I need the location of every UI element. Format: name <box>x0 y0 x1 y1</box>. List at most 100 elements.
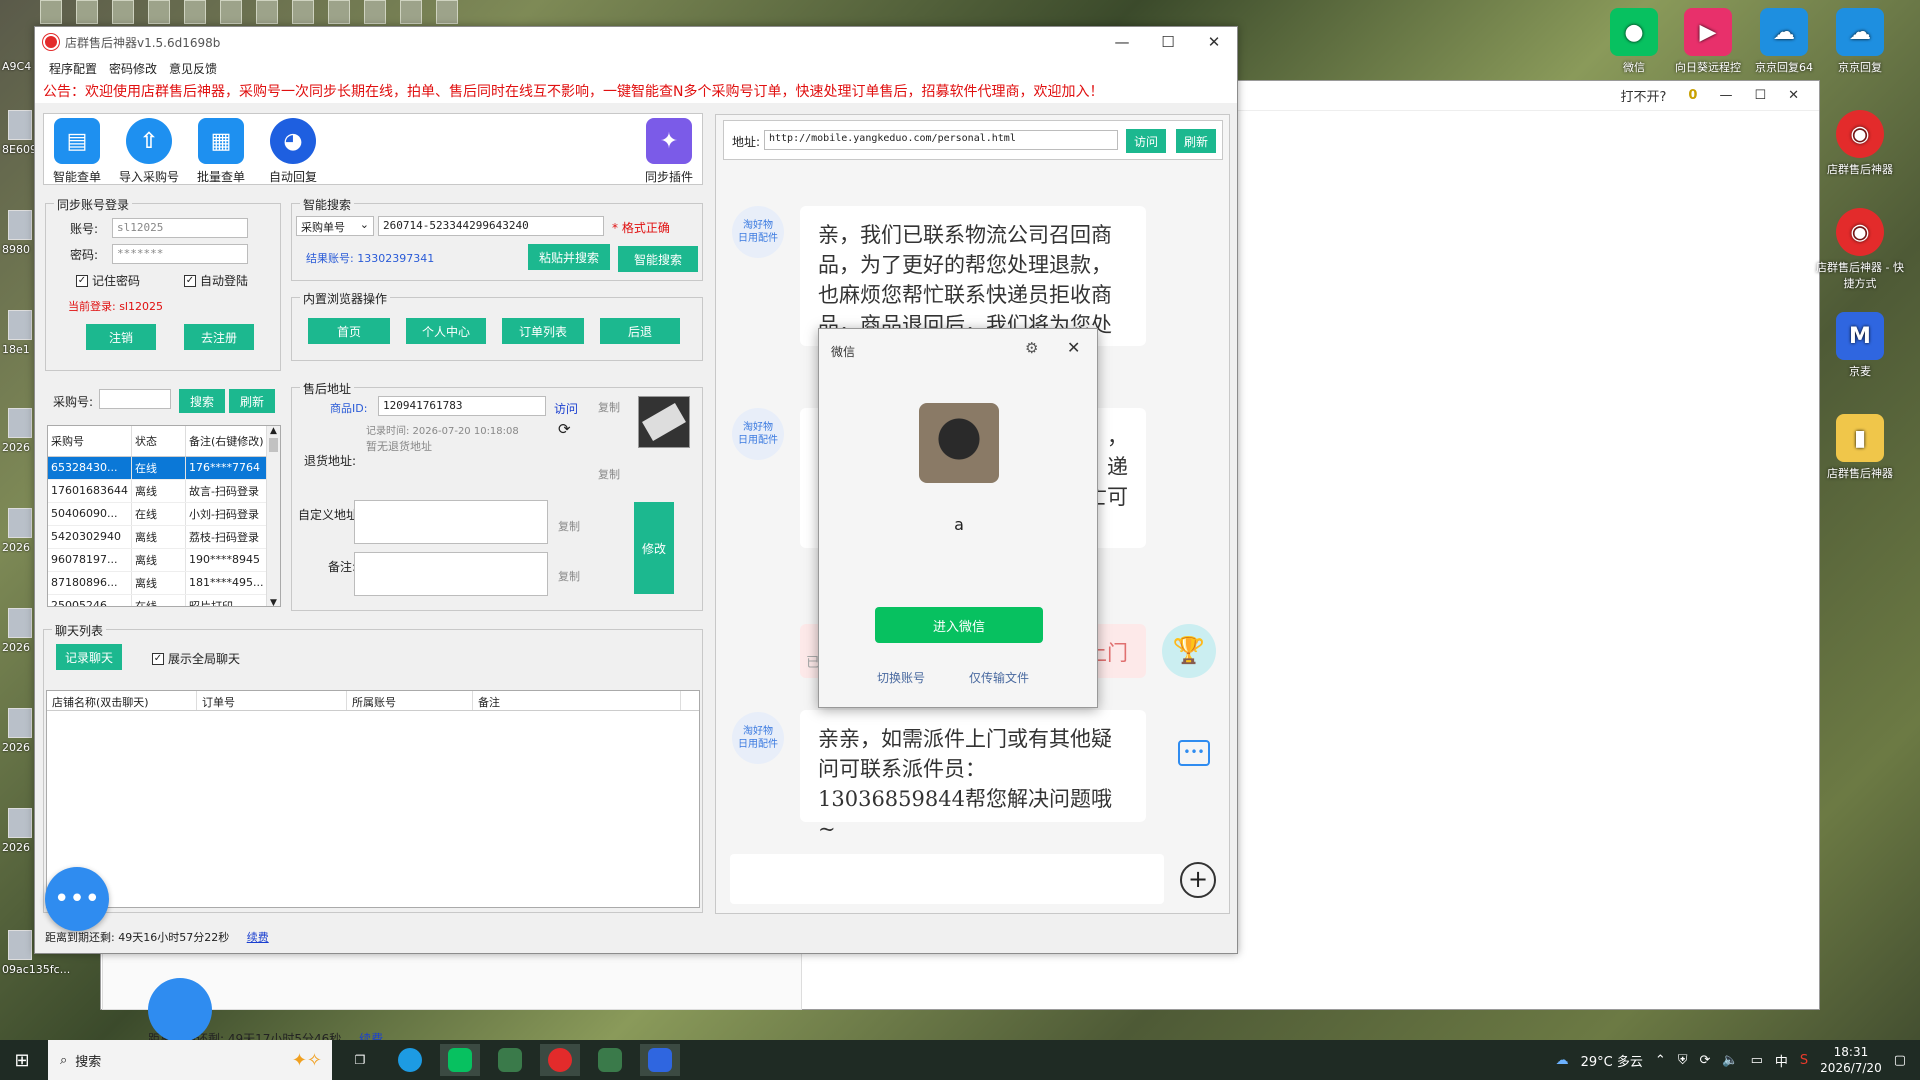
desktop-file-icon[interactable] <box>328 0 350 24</box>
desktop-file-icon[interactable] <box>364 0 386 24</box>
switch-account-link[interactable]: 切换账号 <box>877 669 925 686</box>
network-icon[interactable]: ▭ <box>1751 1053 1763 1068</box>
url-visit-button[interactable]: 访问 <box>1126 129 1166 153</box>
smart-search-button[interactable]: 智能搜索 <box>618 246 698 272</box>
purchase-search-button[interactable]: 搜索 <box>179 389 225 413</box>
task-view-button[interactable]: ❐ <box>340 1044 380 1076</box>
close-icon[interactable]: ✕ <box>1067 338 1080 357</box>
order-number-input[interactable]: 260714-523344299643240 <box>378 216 604 236</box>
volume-icon[interactable]: 🔈 <box>1722 1053 1738 1068</box>
personal-center-button[interactable]: 个人中心 <box>406 318 486 344</box>
url-refresh-button[interactable]: 刷新 <box>1176 129 1216 153</box>
smart-query-button[interactable]: ▤ 智能查单 <box>44 118 110 185</box>
show-all-chat-checkbox[interactable]: ✓ 展示全局聊天 <box>152 650 240 667</box>
chat-input[interactable] <box>730 854 1164 904</box>
background-chat-float-icon[interactable] <box>148 978 212 1042</box>
desktop-shortcut-app-quick[interactable]: ◉ 店群售后神器 - 快捷方式 <box>1816 208 1904 291</box>
minimize-icon[interactable]: — <box>1719 88 1732 103</box>
url-input[interactable]: http://mobile.yangkeduo.com/personal.htm… <box>764 130 1118 150</box>
weather-text[interactable]: 29°C 多云 <box>1581 1051 1643 1070</box>
enter-wechat-button[interactable]: 进入微信 <box>875 607 1043 643</box>
table-row[interactable]: 50406090... 在线 小刘-扫码登录 <box>48 502 269 526</box>
refresh-icon[interactable]: ⟳ <box>558 420 571 438</box>
chat-bubble-icon[interactable]: ••• <box>45 867 109 931</box>
column-header[interactable]: 备注 <box>473 691 681 710</box>
taskbar-app-red[interactable] <box>540 1044 580 1076</box>
copy-product-id-button[interactable]: 复制 <box>598 399 620 415</box>
remember-password-checkbox[interactable]: ✓ 记住密码 <box>76 272 140 289</box>
column-header[interactable]: 采购号 <box>48 426 132 457</box>
copy-custom-address-button[interactable]: 复制 <box>558 518 580 534</box>
desktop-file-icon[interactable] <box>184 0 206 24</box>
taskbar-app-green-2[interactable] <box>590 1044 630 1076</box>
desktop-shortcut-jingmai[interactable]: M 京麦 <box>1816 312 1904 379</box>
maximize-icon[interactable]: ☐ <box>1754 88 1766 103</box>
desktop-file-icon[interactable] <box>220 0 242 24</box>
column-header[interactable]: 备注(右键修改) <box>185 426 269 457</box>
register-button[interactable]: 去注册 <box>184 324 254 350</box>
record-chat-button[interactable]: 记录聊天 <box>56 644 122 670</box>
desktop-shortcut-sunflower[interactable]: ▶ 向日葵远程控 <box>1664 8 1752 75</box>
password-input[interactable]: ******* <box>112 244 248 264</box>
paste-search-button[interactable]: 粘贴并搜索 <box>528 244 610 270</box>
desktop-file-icon[interactable] <box>76 0 98 24</box>
auto-reply-button[interactable]: ◕ 自动回复 <box>260 118 326 185</box>
taskbar-wechat[interactable] <box>440 1044 480 1076</box>
purchase-search-input[interactable] <box>99 389 171 409</box>
desktop-file-icon[interactable] <box>256 0 278 24</box>
search-type-select[interactable]: 采购单号 ⌄ <box>296 216 374 236</box>
sogou-icon[interactable]: S <box>1800 1053 1808 1068</box>
note-input[interactable] <box>354 552 548 596</box>
custom-address-input[interactable] <box>354 500 548 544</box>
close-icon[interactable]: ✕ <box>1788 88 1799 103</box>
taskbar-edge[interactable] <box>390 1044 430 1076</box>
trophy-icon[interactable]: 🏆 <box>1162 624 1216 678</box>
renew-link[interactable]: 续费 <box>247 931 269 944</box>
scroll-down-icon[interactable]: ▼ <box>267 598 280 606</box>
table-row[interactable]: 65328430... 在线 176****7764 <box>48 456 269 480</box>
copy-note-button[interactable]: 复制 <box>558 568 580 584</box>
menu-program-config[interactable]: 程序配置 <box>49 60 97 77</box>
batch-query-button[interactable]: ▦ 批量查单 <box>188 118 254 185</box>
desktop-file-icon[interactable] <box>400 0 422 24</box>
auto-login-checkbox[interactable]: ✓ 自动登陆 <box>184 272 248 289</box>
transfer-files-link[interactable]: 仅传输文件 <box>969 669 1029 686</box>
import-account-button[interactable]: ⇧ 导入采购号 <box>116 118 182 185</box>
desktop-file-icon[interactable] <box>436 0 458 24</box>
taskbar-search[interactable]: ⌕ 搜索 ✦✧ <box>48 1040 332 1080</box>
desktop-shortcut-app[interactable]: ◉ 店群售后神器 <box>1816 110 1904 177</box>
add-icon[interactable]: + <box>1180 862 1216 898</box>
desktop-file-icon[interactable] <box>40 0 62 24</box>
desktop-shortcut-jd-reply-64[interactable]: ☁ 京京回复64 <box>1740 8 1828 75</box>
scroll-thumb[interactable] <box>269 438 278 452</box>
purchase-refresh-button[interactable]: 刷新 <box>229 389 275 413</box>
modify-button[interactable]: 修改 <box>634 502 674 594</box>
sync-icon[interactable]: ⟳ <box>1700 1053 1711 1068</box>
desktop-file-icon[interactable] <box>292 0 314 24</box>
home-button[interactable]: 首页 <box>308 318 390 344</box>
purchase-scrollbar[interactable]: ▲ ▼ <box>266 426 280 606</box>
clock[interactable]: 18:31 2026/7/20 <box>1820 1044 1882 1076</box>
maximize-button[interactable]: ☐ <box>1145 33 1191 51</box>
table-row[interactable]: 96078197... 离线 190****8945 <box>48 548 269 572</box>
sync-plugin-button[interactable]: ✦ 同步插件 <box>636 118 702 185</box>
notification-icon[interactable]: ▢ <box>1894 1053 1906 1068</box>
menu-password-change[interactable]: 密码修改 <box>109 60 157 77</box>
message-icon[interactable]: ••• <box>1178 740 1210 766</box>
copy-return-address-button[interactable]: 复制 <box>598 466 620 482</box>
desktop-shortcut-jd-reply[interactable]: ☁ 京京回复 <box>1816 8 1904 75</box>
column-header[interactable]: 所属账号 <box>347 691 473 710</box>
desktop-file-icon[interactable] <box>148 0 170 24</box>
logout-button[interactable]: 注销 <box>86 324 156 350</box>
account-input[interactable]: sl12025 <box>112 218 248 238</box>
column-header[interactable]: 状态 <box>131 426 186 457</box>
visit-product-link[interactable]: 访问 <box>554 400 578 417</box>
order-list-button[interactable]: 订单列表 <box>502 318 584 344</box>
desktop-file-icon[interactable] <box>112 0 134 24</box>
shield-icon[interactable]: ⛨ <box>1678 1053 1688 1068</box>
minimize-button[interactable]: — <box>1099 33 1145 51</box>
start-button[interactable]: ⊞ <box>2 1044 42 1076</box>
taskbar-app-green[interactable] <box>490 1044 530 1076</box>
column-header[interactable]: 订单号 <box>197 691 347 710</box>
close-button[interactable]: ✕ <box>1191 33 1237 51</box>
